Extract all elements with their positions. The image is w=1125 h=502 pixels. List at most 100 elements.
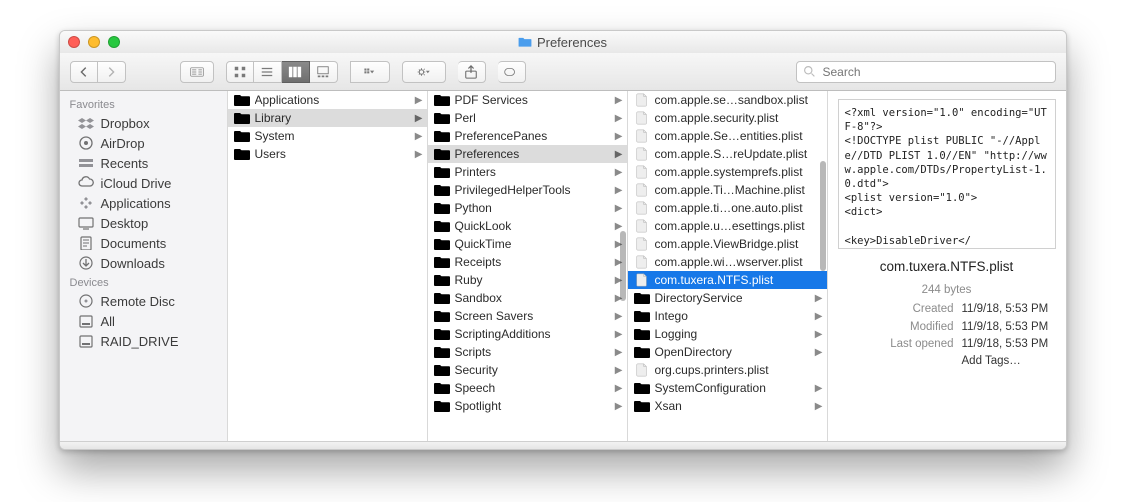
folder-icon (234, 129, 250, 143)
folder-icon (434, 363, 450, 377)
file-row[interactable]: com.apple.ViewBridge.plist (628, 235, 827, 253)
sidebar-item-desktop[interactable]: Desktop (60, 213, 227, 233)
path-button[interactable] (180, 61, 214, 83)
sidebar-item-label: Desktop (101, 216, 149, 231)
sidebar-item-dropbox[interactable]: Dropbox (60, 113, 227, 133)
chevron-right-icon: ▶ (415, 149, 423, 160)
icon-view-button[interactable] (226, 61, 254, 83)
sidebar-item-downloads[interactable]: Downloads (60, 253, 227, 273)
folder-row[interactable]: Printers▶ (428, 163, 627, 181)
file-row[interactable]: com.apple.ti…one.auto.plist (628, 199, 827, 217)
sidebar-item-recents[interactable]: Recents (60, 153, 227, 173)
file-row[interactable]: com.apple.security.plist (628, 109, 827, 127)
folder-row[interactable]: OpenDirectory▶ (628, 343, 827, 361)
folder-row[interactable]: ScriptingAdditions▶ (428, 325, 627, 343)
sidebar-item-applications[interactable]: Applications (60, 193, 227, 213)
action-button[interactable] (402, 61, 446, 83)
folder-row[interactable]: Preferences▶ (428, 145, 627, 163)
file-row[interactable]: com.apple.systemprefs.plist (628, 163, 827, 181)
column-view-button[interactable] (282, 61, 310, 83)
zoom-window-button[interactable] (108, 36, 120, 48)
chevron-right-icon: ▶ (815, 329, 823, 340)
file-row[interactable]: com.apple.Se…entities.plist (628, 127, 827, 145)
folder-row[interactable]: Xsan▶ (628, 397, 827, 415)
traffic-lights (68, 36, 120, 48)
folder-row[interactable]: Applications▶ (228, 91, 427, 109)
file-row[interactable]: org.cups.printers.plist (628, 361, 827, 379)
row-label: com.apple.u…esettings.plist (655, 219, 823, 233)
folder-row[interactable]: QuickTime▶ (428, 235, 627, 253)
sidebar-item-all[interactable]: All (60, 311, 227, 331)
size-label: 244 bytes (922, 282, 972, 299)
share-button[interactable] (458, 61, 486, 83)
column-3[interactable]: com.apple.se…sandbox.plist com.apple.secu… (628, 91, 828, 441)
folder-row[interactable]: Perl▶ (428, 109, 627, 127)
row-label: PreferencePanes (455, 129, 610, 143)
column-1[interactable]: Applications▶Library▶System▶Users▶ (228, 91, 428, 441)
sidebar-item-label: All (101, 314, 115, 329)
folder-row[interactable]: Intego▶ (628, 307, 827, 325)
row-label: Python (455, 201, 610, 215)
folder-row[interactable]: Scripts▶ (428, 343, 627, 361)
row-label: Applications (255, 93, 410, 107)
folder-row[interactable]: Logging▶ (628, 325, 827, 343)
folder-row[interactable]: Speech▶ (428, 379, 627, 397)
forward-button[interactable] (98, 61, 126, 83)
scrollbar-thumb[interactable] (620, 231, 626, 301)
folder-row[interactable]: Screen Savers▶ (428, 307, 627, 325)
row-label: com.apple.se…sandbox.plist (655, 93, 823, 107)
sidebar-item-airdrop[interactable]: AirDrop (60, 133, 227, 153)
folder-row[interactable]: PDF Services▶ (428, 91, 627, 109)
minimize-window-button[interactable] (88, 36, 100, 48)
file-row[interactable]: com.apple.S…reUpdate.plist (628, 145, 827, 163)
folder-icon (434, 129, 450, 143)
folder-row[interactable]: Receipts▶ (428, 253, 627, 271)
file-icon (634, 363, 650, 377)
file-row[interactable]: com.apple.wi…wserver.plist (628, 253, 827, 271)
row-label: com.apple.S…reUpdate.plist (655, 147, 823, 161)
dropbox-icon (78, 116, 94, 130)
folder-row[interactable]: Users▶ (228, 145, 427, 163)
scrollbar-thumb[interactable] (820, 161, 826, 271)
row-label: Security (455, 363, 610, 377)
body: FavoritesDropboxAirDropRecentsiCloud Dri… (60, 91, 1066, 441)
row-label: Xsan (655, 399, 810, 413)
folder-row[interactable]: Python▶ (428, 199, 627, 217)
close-window-button[interactable] (68, 36, 80, 48)
folder-row[interactable]: Ruby▶ (428, 271, 627, 289)
back-button[interactable] (70, 61, 98, 83)
folder-icon (434, 345, 450, 359)
folder-row[interactable]: PrivilegedHelperTools▶ (428, 181, 627, 199)
search-input[interactable] (796, 61, 1056, 83)
sidebar[interactable]: FavoritesDropboxAirDropRecentsiCloud Dri… (60, 91, 228, 441)
file-icon (634, 201, 650, 215)
sidebar-item-documents[interactable]: Documents (60, 233, 227, 253)
file-row[interactable]: com.apple.se…sandbox.plist (628, 91, 827, 109)
docs-icon (78, 236, 94, 250)
folder-row[interactable]: PreferencePanes▶ (428, 127, 627, 145)
folder-row[interactable]: QuickLook▶ (428, 217, 627, 235)
folder-row[interactable]: Sandbox▶ (428, 289, 627, 307)
folder-row[interactable]: DirectoryService▶ (628, 289, 827, 307)
folder-row[interactable]: SystemConfiguration▶ (628, 379, 827, 397)
folder-row[interactable]: Library▶ (228, 109, 427, 127)
downloads-icon (78, 256, 94, 270)
folder-row[interactable]: System▶ (228, 127, 427, 145)
folder-row[interactable]: Security▶ (428, 361, 627, 379)
file-row[interactable]: com.apple.Ti…Machine.plist (628, 181, 827, 199)
sidebar-item-remote-disc[interactable]: Remote Disc (60, 291, 227, 311)
sidebar-item-raid-drive[interactable]: RAID_DRIVE (60, 331, 227, 351)
file-row[interactable]: com.tuxera.NTFS.plist (628, 271, 827, 289)
row-label: Spotlight (455, 399, 610, 413)
add-tags-link[interactable]: Add Tags… (956, 353, 1056, 370)
folder-row[interactable]: Spotlight▶ (428, 397, 627, 415)
list-view-button[interactable] (254, 61, 282, 83)
sidebar-item-icloud-drive[interactable]: iCloud Drive (60, 173, 227, 193)
file-row[interactable]: com.apple.u…esettings.plist (628, 217, 827, 235)
arrange-button[interactable] (350, 61, 390, 83)
gallery-view-button[interactable] (310, 61, 338, 83)
tags-button[interactable] (498, 61, 526, 83)
titlebar[interactable]: Preferences (60, 31, 1066, 53)
folder-icon (434, 93, 450, 107)
column-2[interactable]: PDF Services▶Perl▶PreferencePanes▶Prefer… (428, 91, 628, 441)
